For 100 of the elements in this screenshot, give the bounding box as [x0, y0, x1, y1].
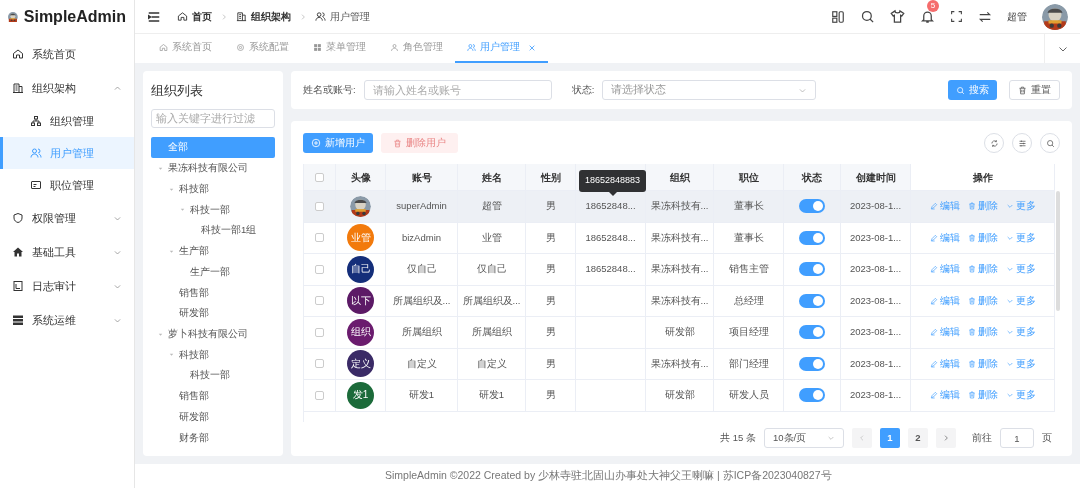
sidebar-item[interactable]: 基础工具 [0, 235, 134, 269]
avatar: 组织 [347, 318, 374, 346]
column-header: 组织 [669, 170, 690, 185]
column-header: 操作 [972, 170, 993, 185]
column-header: 创建时间 [855, 170, 896, 185]
tree-node[interactable]: 生产一部 [151, 261, 275, 283]
tree-node[interactable]: 科技部 [151, 344, 275, 366]
checkbox[interactable] [315, 233, 324, 243]
chevron-right-icon [942, 434, 950, 442]
chevron-left-icon [858, 434, 866, 442]
checkbox[interactable] [315, 390, 324, 400]
tree-node[interactable]: 科技一部 [151, 199, 275, 221]
table-row[interactable]: 业管 bizAdmin 业管 男 18652848... 果冻科技有... 董事长 2023-08-1... 编辑 删除 更多 [304, 222, 1055, 254]
table-cell: 18652848... [576, 254, 646, 286]
tree-node[interactable]: 研发部 [151, 303, 275, 324]
avatar: 定义 [347, 350, 374, 378]
table-cell: 2023-08-1... [849, 388, 902, 403]
house-icon [12, 246, 24, 258]
toggle-switch[interactable] [799, 293, 825, 308]
caret-icon [168, 351, 175, 359]
avatar: 发1 [347, 381, 374, 409]
avatar: 自己 [347, 255, 374, 283]
filter-field[interactable]: 输入关键字进行过滤 [151, 108, 275, 129]
checkbox[interactable] [315, 296, 324, 306]
tree-node[interactable]: 科技部 [151, 178, 275, 200]
column-header: 职位 [738, 170, 759, 185]
trash-icon [967, 328, 976, 337]
user-name[interactable]: 超管 [1007, 9, 1027, 24]
sidebar-item[interactable]: 系统首页 [0, 37, 134, 71]
bell-icon[interactable] [920, 9, 935, 24]
table-row[interactable]: 自己 仅自己 仅自己 男 18652848... 果冻科技有... 销售主管 2023-08-1... 编辑 删除 更多 [304, 254, 1055, 286]
search-icon[interactable] [860, 9, 875, 24]
table-row[interactable]: 发1 研发1 研发1 男 研发部 研发人员 2023-08-1... 编辑 删除 更多 [304, 380, 1055, 412]
page-field[interactable]: 1 [1000, 428, 1034, 448]
table-row[interactable]: superAdmin 超管 男 18652848... 果冻科技有... 董事长 2023-08-1... 编辑 删除 更多 [304, 191, 1055, 223]
page-size-select[interactable]: 10条/页 [764, 428, 844, 448]
checkbox[interactable] [315, 172, 324, 182]
page-button[interactable]: 2 [908, 428, 928, 448]
column-header: 姓名 [481, 170, 502, 185]
sidebar-item[interactable]: 系统运维 [0, 303, 134, 337]
sidebar-item[interactable]: 组织管理 [0, 105, 134, 137]
footer-text: SimpleAdmin ©2022 Created by 少林寺驻北固山办事处大神父王喇嘛 | 苏ICP备2023040827号 [385, 468, 832, 484]
toggle-switch[interactable] [799, 325, 825, 340]
trash-icon [967, 202, 976, 211]
chevron-right-icon [220, 12, 228, 21]
tree-node[interactable]: 财务部 [151, 427, 275, 449]
tree-node[interactable]: 科技一部1组 [151, 220, 275, 241]
goto-suffix: 页 [1042, 430, 1052, 445]
sidebar-item[interactable]: 职位管理 [0, 169, 134, 201]
table-cell: 研发部 [646, 380, 714, 412]
pencil-icon [929, 202, 938, 211]
checkbox[interactable] [315, 327, 324, 337]
fullscreen-icon[interactable] [950, 10, 963, 23]
layout-icon[interactable] [831, 9, 845, 24]
tree-node[interactable]: 果冻科技有限公司 [151, 157, 275, 179]
shirt-icon[interactable] [890, 9, 905, 24]
toggle-switch[interactable] [799, 388, 825, 403]
sidebar-item[interactable]: 权限管理 [0, 201, 134, 235]
table-cell: 男 [526, 191, 576, 223]
table-row[interactable]: 以下 所属组织及... 所属组织及... 男 果冻科技有... 总经理 2023-08-1... 编辑 删除 更多 [304, 285, 1055, 317]
toggle-switch[interactable] [799, 230, 825, 245]
breadcrumb-item[interactable]: 首页 [192, 9, 212, 24]
checkbox[interactable] [315, 264, 324, 274]
breadcrumb-item[interactable]: 组织架构 [251, 9, 291, 24]
reset-button[interactable]: 重置 [1009, 80, 1060, 100]
toggle-switch[interactable] [799, 356, 825, 371]
table-cell: 超管 [458, 191, 526, 223]
pencil-icon [929, 391, 938, 400]
name-field[interactable]: 请输入姓名或账号 [363, 80, 552, 100]
pencil-icon [929, 359, 938, 368]
tree-node[interactable]: 研发部 [151, 406, 275, 428]
close-icon[interactable] [528, 43, 536, 52]
menu-icon[interactable] [147, 9, 161, 24]
table-cell: 仅自己 [458, 254, 526, 286]
tree-node[interactable]: 销售部 [151, 385, 275, 407]
trash-icon [967, 233, 976, 242]
sidebar-item[interactable]: 日志审计 [0, 269, 134, 303]
sidebar-item[interactable]: 组织架构 [0, 71, 134, 105]
chevron-down-icon [827, 434, 835, 442]
tree-node[interactable]: 销售部 [151, 282, 275, 303]
checkbox[interactable] [315, 201, 324, 211]
tree-node[interactable]: 萝卜科技有限公司 [151, 323, 275, 345]
panel-title: 组织列表 [151, 82, 204, 100]
chevron-down-icon [1005, 328, 1014, 337]
table-row[interactable]: 组织 所属组织 所属组织 男 研发部 项目经理 2023-08-1... 编辑 删除 更多 [304, 317, 1055, 349]
tree-node[interactable]: 科技一部 [151, 365, 275, 386]
toggle-switch[interactable] [799, 199, 825, 214]
swap-arrows-icon[interactable] [978, 9, 992, 24]
tree-node[interactable]: 生产部 [151, 240, 275, 262]
settings-icon [236, 43, 245, 52]
users-icon [315, 11, 326, 22]
chevron-down-icon [1005, 202, 1014, 211]
checkbox[interactable] [315, 359, 324, 369]
field-label: 状态: [571, 82, 595, 97]
caret-icon [179, 206, 186, 214]
toggle-switch[interactable] [799, 262, 825, 277]
table-cell: 仅自己 [386, 254, 458, 286]
search-icon [1045, 138, 1055, 148]
server-icon [12, 314, 24, 326]
table-row[interactable]: 定义 自定义 自定义 男 果冻科技有... 部门经理 2023-08-1... 编辑 删除 更多 [304, 348, 1055, 380]
